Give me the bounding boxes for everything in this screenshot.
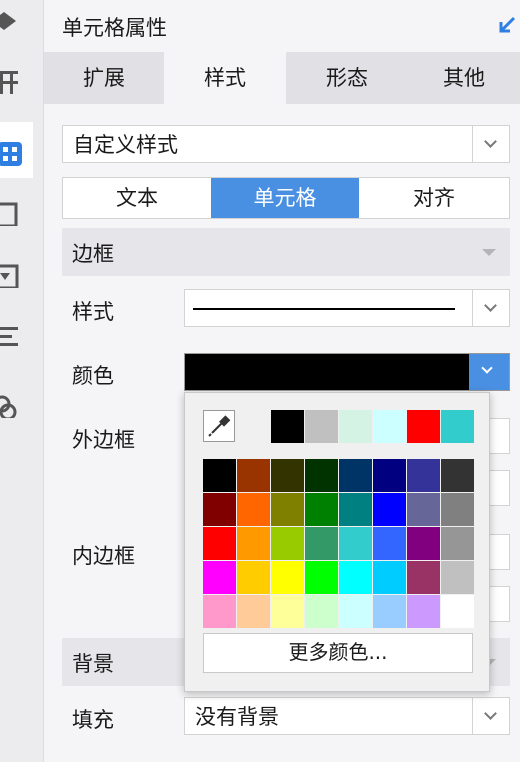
border-icon[interactable] bbox=[0, 200, 22, 226]
caret-down-icon bbox=[482, 249, 496, 256]
border-section-header[interactable]: 边框 bbox=[62, 228, 510, 276]
solid-line-preview bbox=[193, 308, 455, 310]
border-style-select[interactable] bbox=[184, 289, 510, 327]
cell-style-icon[interactable] bbox=[0, 122, 33, 178]
chevron-down-icon[interactable] bbox=[472, 126, 509, 162]
color-swatch[interactable] bbox=[305, 527, 338, 560]
color-swatch[interactable] bbox=[305, 493, 338, 526]
color-swatch[interactable] bbox=[271, 527, 304, 560]
color-swatch[interactable] bbox=[237, 493, 270, 526]
background-section-title: 背景 bbox=[72, 652, 114, 676]
inner-border-option[interactable] bbox=[488, 534, 510, 570]
color-swatch[interactable] bbox=[373, 527, 406, 560]
recent-color-swatch[interactable] bbox=[407, 410, 440, 443]
chevron-down-icon[interactable] bbox=[472, 290, 509, 326]
color-swatch[interactable] bbox=[407, 493, 440, 526]
border-style-label: 样式 bbox=[72, 300, 114, 324]
collapse-arrow-icon[interactable] bbox=[496, 14, 518, 36]
tab-form[interactable]: 形态 bbox=[286, 52, 408, 104]
inner-border-option[interactable] bbox=[488, 586, 510, 622]
tab-extend[interactable]: 扩展 bbox=[44, 52, 164, 104]
align-icon[interactable] bbox=[0, 322, 22, 348]
color-swatch[interactable] bbox=[441, 561, 474, 594]
color-swatch[interactable] bbox=[271, 459, 304, 492]
color-swatch[interactable] bbox=[271, 595, 304, 628]
color-swatch[interactable] bbox=[237, 459, 270, 492]
chevron-down-icon[interactable] bbox=[472, 698, 509, 734]
more-colors-button[interactable]: 更多颜色... bbox=[203, 633, 473, 673]
color-swatch[interactable] bbox=[407, 527, 440, 560]
color-swatch[interactable] bbox=[305, 459, 338, 492]
color-swatch[interactable] bbox=[339, 459, 372, 492]
color-swatch[interactable] bbox=[373, 493, 406, 526]
color-swatch[interactable] bbox=[203, 595, 236, 628]
segment-cell[interactable]: 单元格 bbox=[211, 178, 359, 218]
color-picker-popup: 更多颜色... bbox=[184, 392, 490, 692]
panel-title: 单元格属性 bbox=[62, 16, 167, 40]
eyedropper-icon[interactable] bbox=[203, 410, 235, 442]
fill-value: 没有背景 bbox=[195, 705, 279, 729]
fill-select[interactable]: 没有背景 bbox=[184, 697, 510, 735]
outer-border-option[interactable] bbox=[488, 470, 510, 506]
color-swatch[interactable] bbox=[441, 493, 474, 526]
tab-other[interactable]: 其他 bbox=[408, 52, 520, 104]
color-swatch[interactable] bbox=[407, 459, 440, 492]
color-swatch[interactable] bbox=[203, 459, 236, 492]
color-swatch[interactable] bbox=[441, 459, 474, 492]
outer-border-label: 外边框 bbox=[72, 428, 135, 452]
link-icon[interactable] bbox=[0, 392, 22, 418]
chevron-down-icon bbox=[481, 362, 493, 374]
color-swatch[interactable] bbox=[305, 595, 338, 628]
segment-text[interactable]: 文本 bbox=[63, 178, 211, 218]
tab-bar: 扩展 样式 形态 其他 bbox=[44, 52, 520, 104]
left-toolbar bbox=[0, 0, 44, 762]
color-swatch[interactable] bbox=[339, 493, 372, 526]
color-swatch[interactable] bbox=[339, 595, 372, 628]
fill-label: 填充 bbox=[72, 708, 114, 732]
color-swatch[interactable] bbox=[441, 595, 474, 628]
outer-border-option[interactable] bbox=[488, 418, 510, 454]
color-swatch[interactable] bbox=[339, 561, 372, 594]
style-preset-value: 自定义样式 bbox=[73, 133, 178, 157]
color-swatch[interactable] bbox=[373, 561, 406, 594]
recent-color-swatch[interactable] bbox=[271, 410, 304, 443]
dropdown-icon[interactable] bbox=[0, 262, 22, 288]
color-swatch[interactable] bbox=[339, 527, 372, 560]
color-swatch[interactable] bbox=[373, 459, 406, 492]
color-swatch[interactable] bbox=[441, 527, 474, 560]
recent-color-swatch[interactable] bbox=[305, 410, 338, 443]
segment-align[interactable]: 对齐 bbox=[359, 178, 509, 218]
recent-color-swatch[interactable] bbox=[373, 410, 406, 443]
border-section-title: 边框 bbox=[72, 242, 114, 266]
recent-color-swatch[interactable] bbox=[441, 410, 474, 443]
color-swatch[interactable] bbox=[407, 595, 440, 628]
style-segment-control: 文本 单元格 对齐 bbox=[62, 177, 510, 219]
border-color-field[interactable] bbox=[184, 353, 510, 391]
tab-style[interactable]: 样式 bbox=[164, 52, 286, 104]
table-icon[interactable] bbox=[0, 68, 22, 94]
border-color-swatch bbox=[185, 354, 469, 390]
color-swatch[interactable] bbox=[373, 595, 406, 628]
color-swatch[interactable] bbox=[271, 561, 304, 594]
color-swatch[interactable] bbox=[237, 527, 270, 560]
color-swatch[interactable] bbox=[407, 561, 440, 594]
color-swatch[interactable] bbox=[237, 561, 270, 594]
color-swatch[interactable] bbox=[305, 561, 338, 594]
color-swatch[interactable] bbox=[203, 493, 236, 526]
color-swatch[interactable] bbox=[237, 595, 270, 628]
recent-color-swatch[interactable] bbox=[339, 410, 372, 443]
color-dropdown-button[interactable] bbox=[469, 354, 509, 390]
inner-border-label: 内边框 bbox=[72, 544, 135, 568]
style-preset-select[interactable]: 自定义样式 bbox=[62, 125, 510, 163]
diamond-icon[interactable] bbox=[0, 8, 22, 34]
color-swatch[interactable] bbox=[203, 527, 236, 560]
border-color-label: 颜色 bbox=[72, 364, 114, 388]
color-swatch[interactable] bbox=[271, 493, 304, 526]
color-swatch[interactable] bbox=[203, 561, 236, 594]
